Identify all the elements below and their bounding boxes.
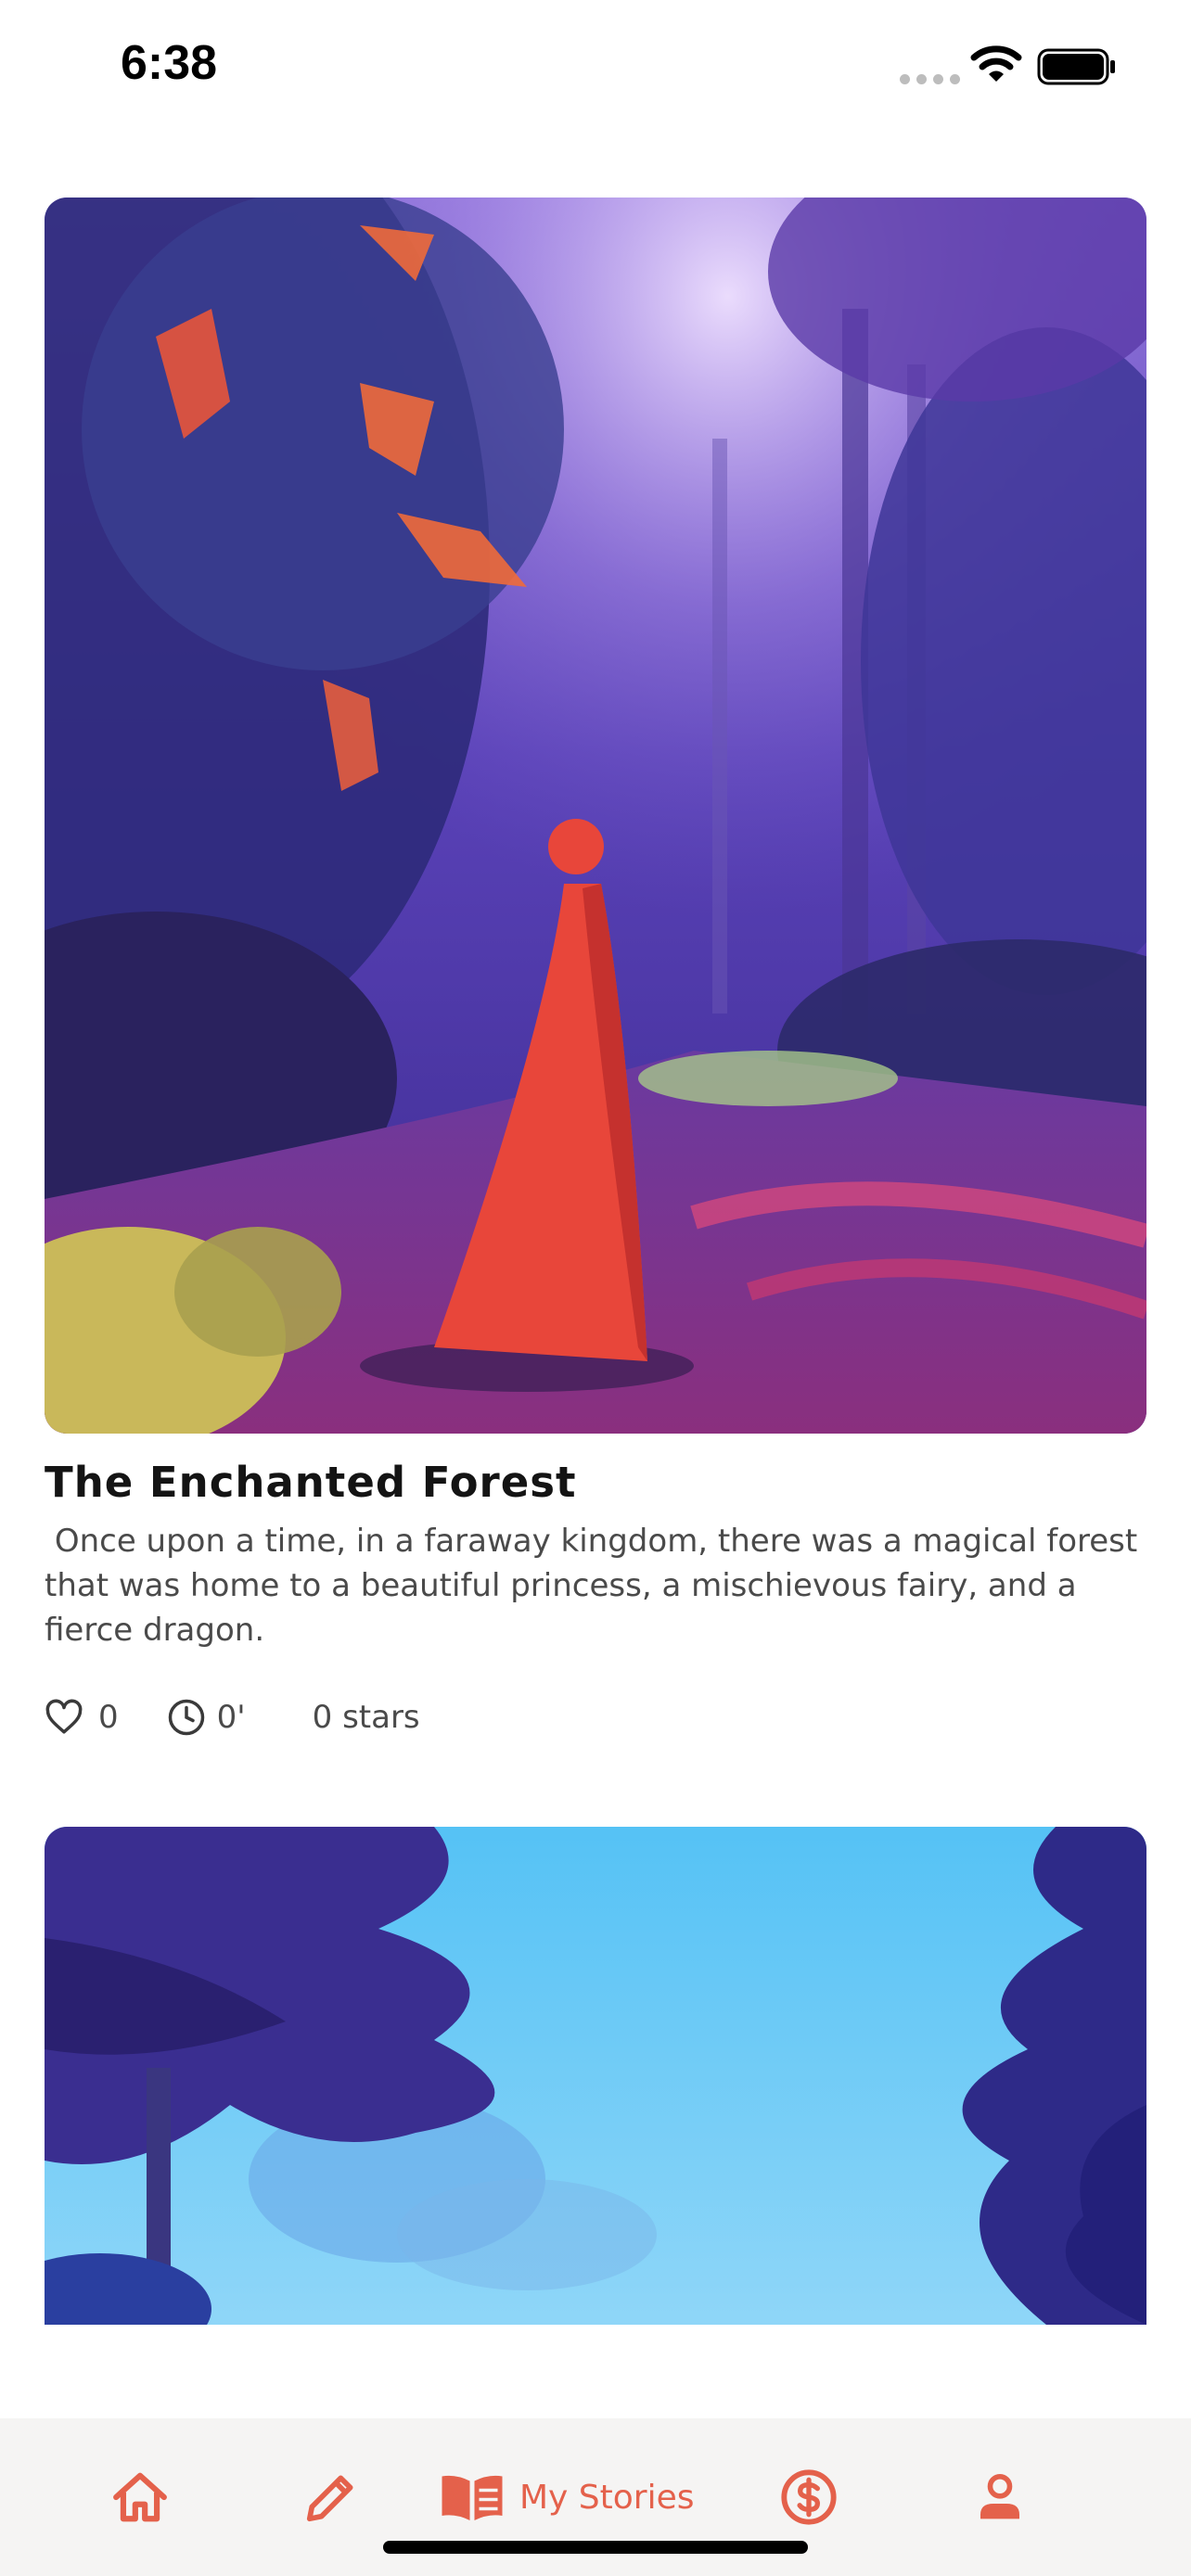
heart-icon xyxy=(45,1699,83,1734)
pencil-icon xyxy=(306,2475,353,2522)
clock-icon xyxy=(168,1699,204,1736)
open-book-icon xyxy=(442,2475,503,2520)
tab-my-stories-label: My Stories xyxy=(519,2478,695,2517)
tab-home[interactable] xyxy=(111,2418,169,2576)
status-bar: 6:38 xyxy=(0,0,1191,139)
duration-stat: 0' xyxy=(167,1698,246,1737)
home-icon xyxy=(113,2472,167,2522)
story-description: Once upon a time, in a faraway kingdom, … xyxy=(45,1523,1148,1649)
story-stats: 0 0' 0 stars xyxy=(45,1690,420,1745)
duration-value: 0' xyxy=(216,1699,246,1736)
person-icon xyxy=(980,2474,1019,2519)
dollar-circle-icon xyxy=(781,2469,837,2525)
likes-stat[interactable]: 0 xyxy=(45,1699,119,1736)
cellular-signal-icon xyxy=(900,74,960,84)
likes-count: 0 xyxy=(98,1699,119,1736)
story-cover-image[interactable] xyxy=(45,198,1146,1434)
story-cover-image[interactable] xyxy=(45,1827,1146,2325)
battery-icon xyxy=(1037,48,1115,85)
status-time: 6:38 xyxy=(121,36,218,90)
stars-stat: 0 stars xyxy=(313,1699,420,1736)
story-title[interactable]: The Enchanted Forest xyxy=(45,1458,577,1507)
home-indicator xyxy=(383,2541,808,2554)
tab-create[interactable] xyxy=(302,2418,360,2576)
tab-profile[interactable] xyxy=(974,2418,1026,2576)
stars-value: 0 stars xyxy=(312,1699,420,1736)
wifi-icon xyxy=(970,45,1022,82)
